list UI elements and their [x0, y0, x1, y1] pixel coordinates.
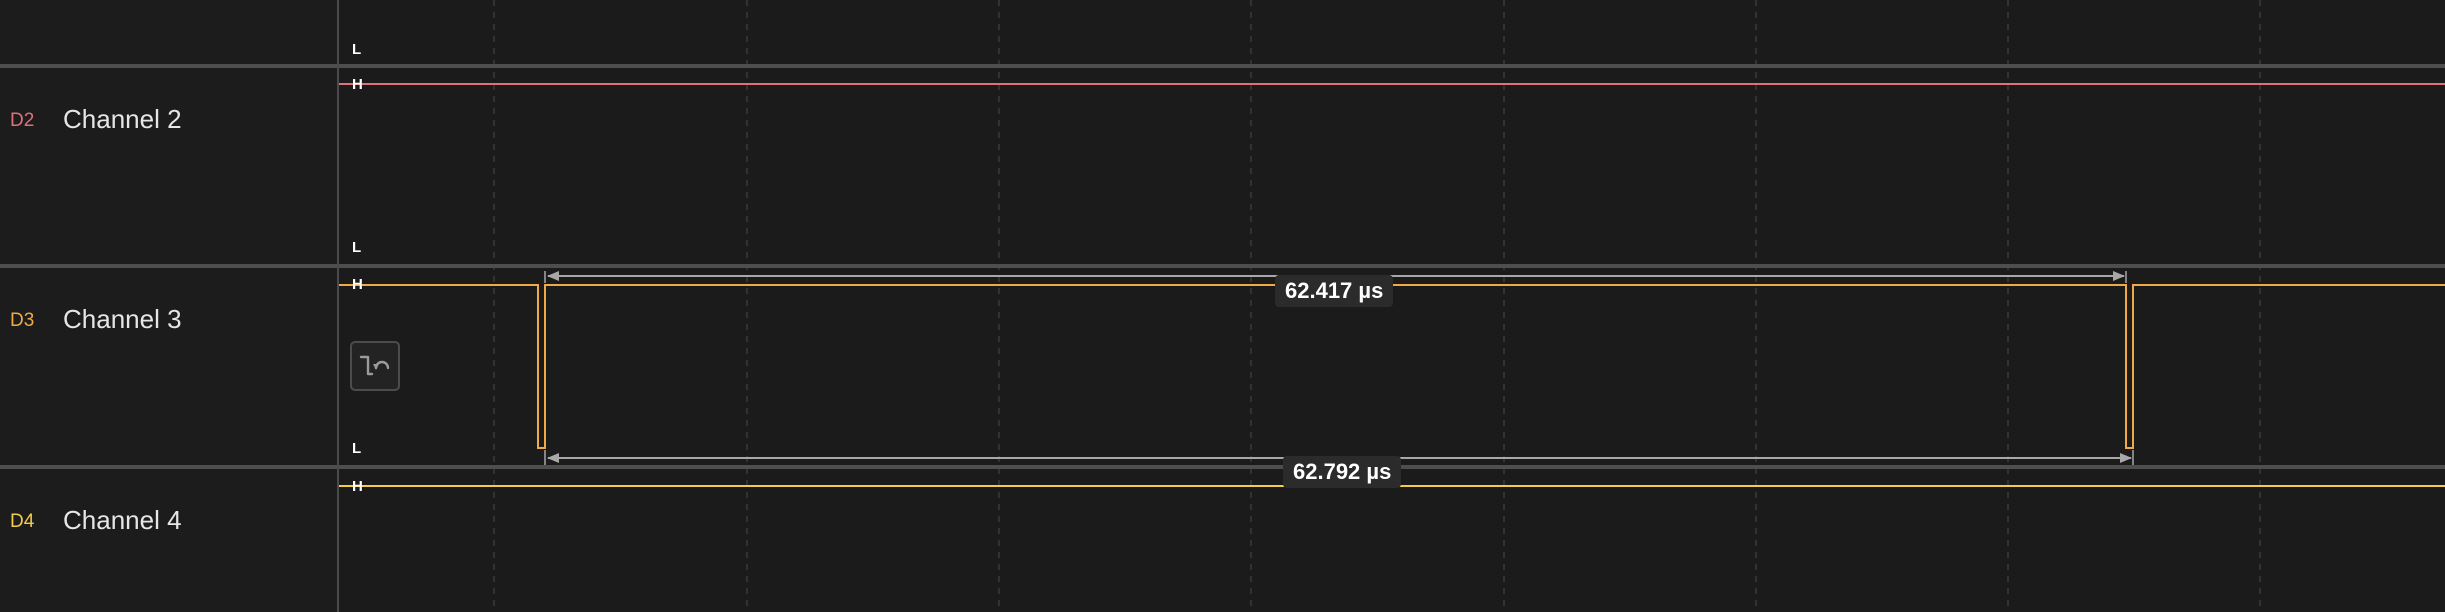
channel-1-low-level-tag: L: [352, 41, 362, 58]
channel-4-id: D4: [10, 511, 35, 532]
channel-separator: [0, 264, 2445, 268]
waveform-area[interactable]: [0, 0, 2445, 612]
channel-2-header[interactable]: D2 Channel 2: [0, 100, 337, 140]
channel-3-low-level-tag: L: [352, 440, 362, 457]
channel-4-header[interactable]: D4 Channel 4: [0, 501, 337, 541]
logic-analyzer-view: L H L H L H D2 Channel 2 D3 Channel 3 D4…: [0, 0, 2445, 612]
channel-4-high-level-tag: H: [352, 478, 363, 495]
channel-3-high-level-tag: H: [352, 276, 363, 293]
channel-2-low-level-tag: L: [352, 239, 362, 256]
pulse-width-label: 62.417 µs: [1275, 275, 1394, 307]
channel-2-name[interactable]: Channel 2: [63, 104, 182, 135]
falling-edge-trigger-icon: [359, 355, 390, 376]
channel-3-name[interactable]: Channel 3: [63, 304, 182, 335]
channel-3-waveform: [339, 284, 2445, 449]
channel-2-high-level-tag: H: [352, 76, 363, 93]
channel-3-header[interactable]: D3 Channel 3: [0, 300, 337, 340]
channel-3-id: D3: [10, 310, 35, 331]
channel-separator: [0, 465, 2445, 469]
trigger-button[interactable]: [350, 341, 400, 391]
period-label: 62.792 µs: [1283, 456, 1402, 488]
channel-separator: [0, 64, 2445, 68]
channel-4-name[interactable]: Channel 4: [63, 505, 182, 536]
channel-2-id: D2: [10, 110, 35, 131]
label-panel-divider[interactable]: [337, 0, 339, 612]
